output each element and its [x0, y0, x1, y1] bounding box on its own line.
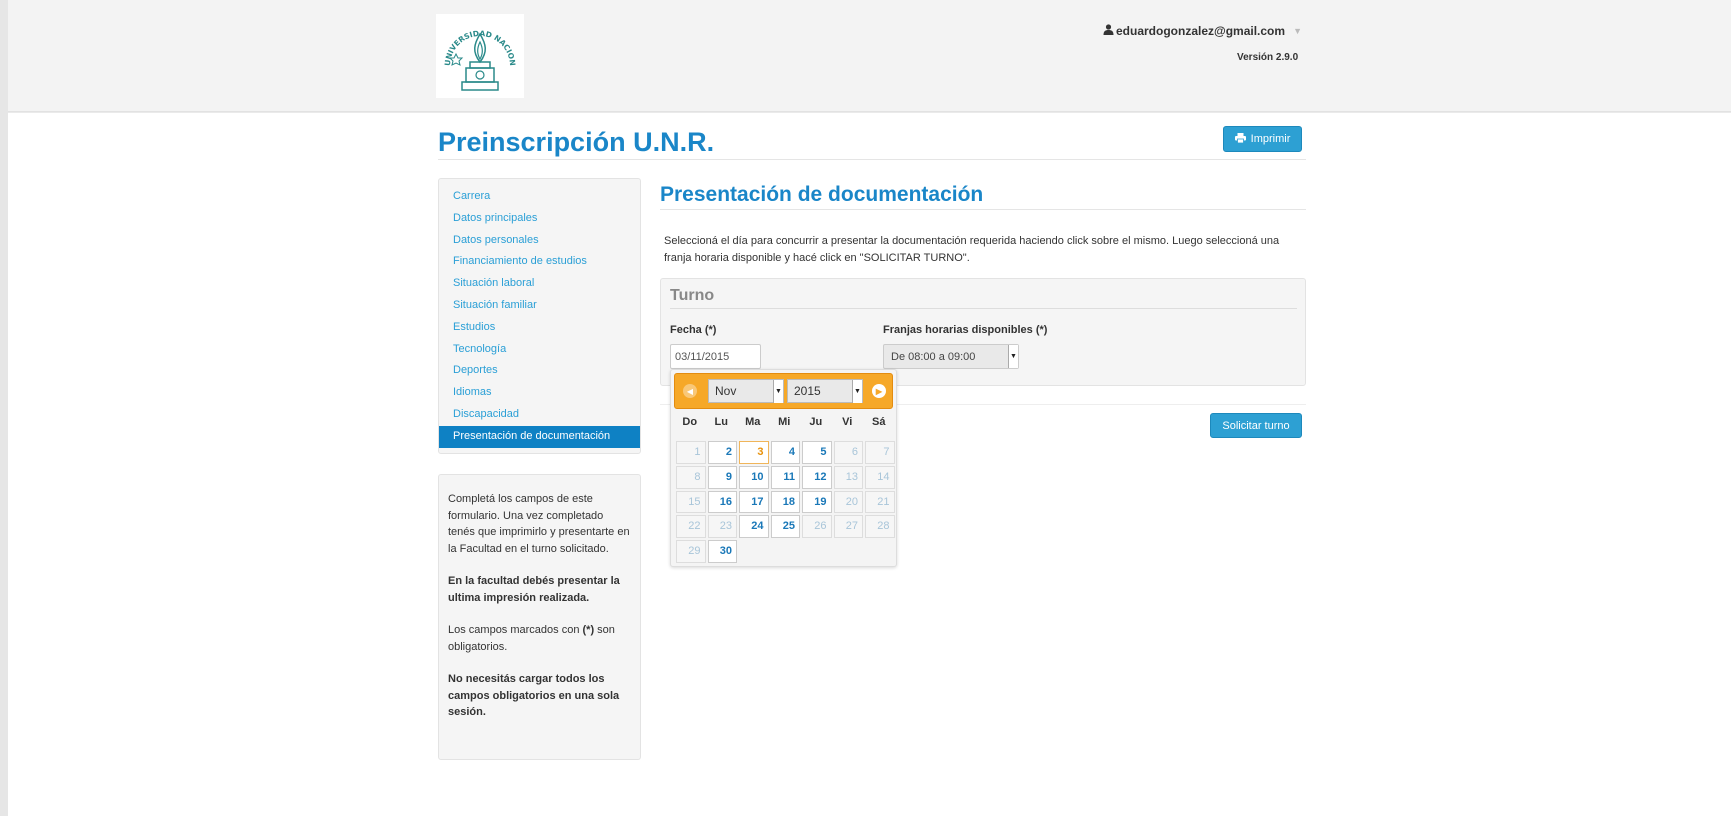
date-field[interactable]: 03/11/2015: [670, 344, 761, 369]
user-menu[interactable]: eduardogonzalez@gmail.com ▼: [1103, 24, 1302, 38]
chevron-down-icon: ▼: [1293, 26, 1302, 36]
calendar-day: 1: [676, 441, 706, 464]
calendar-day: 6: [833, 441, 863, 464]
calendar-day: 7: [865, 441, 895, 464]
next-month-icon[interactable]: ▶: [872, 384, 886, 398]
calendar-day: 20: [833, 490, 863, 514]
print-button[interactable]: Imprimir: [1223, 126, 1302, 152]
calendar-day[interactable]: 25: [770, 515, 800, 539]
month-select[interactable]: Nov ▼: [708, 379, 784, 403]
calendar-day[interactable]: 10: [739, 465, 769, 489]
calendar-day[interactable]: 12: [802, 465, 832, 489]
calendar-day: 13: [833, 465, 863, 489]
weekday-label: Lu: [714, 416, 728, 428]
sidebar-item-financiamiento[interactable]: Financiamiento de estudios: [439, 251, 640, 273]
calendar-day: 15: [676, 490, 706, 514]
page-title: Preinscripción U.N.R.: [438, 127, 715, 157]
calendar-day[interactable]: 4: [770, 441, 800, 464]
year-value: 2015: [794, 384, 821, 398]
calendar-day[interactable]: 17: [739, 490, 769, 514]
site-header: [8, 0, 1731, 112]
calendar-day[interactable]: 16: [707, 490, 737, 514]
app-version: Versión 2.9.0: [1237, 52, 1299, 63]
sidebar-item-datos-principales[interactable]: Datos principales: [439, 208, 640, 230]
calendar-day[interactable]: 24: [739, 515, 769, 539]
user-icon: [1103, 24, 1114, 38]
date-label: Fecha (*): [670, 324, 717, 336]
calendar-day[interactable]: 19: [802, 490, 832, 514]
calendar-day: 29: [676, 540, 706, 563]
weekday-label: Ma: [745, 416, 761, 428]
weekday-label: Sá: [872, 416, 886, 428]
sidebar-item-situacion-laboral[interactable]: Situación laboral: [439, 273, 640, 295]
calendar-day[interactable]: 2: [707, 441, 737, 464]
calendar-day[interactable]: 5: [802, 441, 832, 464]
datepicker-header: ◀ Nov ▼ 2015 ▼ ▶: [674, 373, 893, 409]
printer-icon: [1234, 132, 1246, 146]
sidebar-item-carrera[interactable]: Carrera: [439, 186, 640, 208]
help-required-note: Los campos marcados con (*) son obligato…: [448, 624, 615, 653]
help-box: Completá los campos de este formulario. …: [438, 474, 641, 760]
calendar-day[interactable]: 9: [707, 465, 737, 489]
prev-month-icon[interactable]: ◀: [683, 384, 697, 398]
instructions-text: Seleccioná el día para concurrir a prese…: [664, 235, 1280, 264]
sidebar-item-deportes[interactable]: Deportes: [439, 360, 640, 382]
calendar-day[interactable]: 18: [770, 490, 800, 514]
calendar-day: 8: [676, 465, 706, 489]
weekday-label: Vi: [842, 416, 853, 428]
calendar-day: 23: [707, 515, 737, 539]
sidebar-item-idiomas[interactable]: Idiomas: [439, 382, 640, 404]
select-arrow-icon: ▼: [773, 380, 783, 403]
calendar-day: 21: [865, 490, 895, 514]
fieldset-legend: Turno: [670, 287, 715, 304]
weekday-label: Ju: [809, 416, 823, 428]
sidebar-item-situacion-familiar[interactable]: Situación familiar: [439, 295, 640, 317]
help-text: Completá los campos de este formulario. …: [448, 493, 630, 555]
sidebar-item-datos-personales[interactable]: Datos personales: [439, 230, 640, 252]
weekday-header: Do Lu Ma Mi Ju Vi Sá: [674, 416, 895, 428]
user-email: eduardogonzalez@gmail.com: [1116, 24, 1286, 38]
time-slot-label: Franjas horarias disponibles (*): [883, 324, 1048, 336]
calendar-day[interactable]: 3: [739, 441, 769, 464]
calendar-day: 26: [802, 515, 832, 539]
calendar-grid: 1 2 3 4 5 6 7 8 9 10 11 12 13 14 15 16 17 18 19 20 21 22 23 24 2…: [675, 440, 896, 564]
sidebar-item-presentacion[interactable]: Presentación de documentación: [439, 425, 640, 448]
weekday-label: Mi: [778, 416, 791, 428]
section-title: Presentación de documentación: [660, 183, 984, 206]
left-edge: [0, 0, 8, 816]
sidebar-item-tecnologia[interactable]: Tecnología: [439, 339, 640, 361]
month-value: Nov: [715, 384, 737, 398]
sidebar-item-estudios[interactable]: Estudios: [439, 317, 640, 339]
weekday-label: Do: [682, 416, 698, 428]
sidebar-nav: Carrera Datos principales Datos personal…: [438, 178, 641, 454]
time-slot-value: De 08:00 a 09:00: [891, 350, 976, 363]
calendar-day[interactable]: 11: [770, 465, 800, 489]
select-arrow-icon: ▼: [852, 380, 862, 403]
solicitar-turno-button[interactable]: Solicitar turno: [1210, 413, 1302, 438]
help-print-note: En la facultad debés presentar la ultima…: [448, 575, 620, 604]
calendar-day[interactable]: 30: [707, 540, 737, 563]
select-arrow-icon: ▼: [1008, 345, 1018, 368]
legend-divider: [670, 308, 1297, 309]
sidebar-item-discapacidad[interactable]: Discapacidad: [439, 404, 640, 426]
calendar-day: 28: [865, 515, 895, 539]
title-divider: [438, 159, 1306, 160]
print-label: Imprimir: [1250, 133, 1291, 145]
calendar-day: 22: [676, 515, 706, 539]
university-logo: UNIVERSIDAD NACIONAL DE ROSARIO: [433, 7, 524, 98]
section-divider: [660, 209, 1306, 210]
calendar-day: 27: [833, 515, 863, 539]
help-session-note: No necesitás cargar todos los campos obl…: [448, 673, 620, 718]
time-slot-select[interactable]: De 08:00 a 09:00 ▼: [883, 344, 1019, 369]
datepicker-popup: ◀ Nov ▼ 2015 ▼ ▶ Do Lu Ma Mi Ju Vi Sá 12…: [670, 369, 897, 567]
year-select[interactable]: 2015 ▼: [787, 379, 863, 403]
calendar-day: 14: [865, 465, 895, 489]
